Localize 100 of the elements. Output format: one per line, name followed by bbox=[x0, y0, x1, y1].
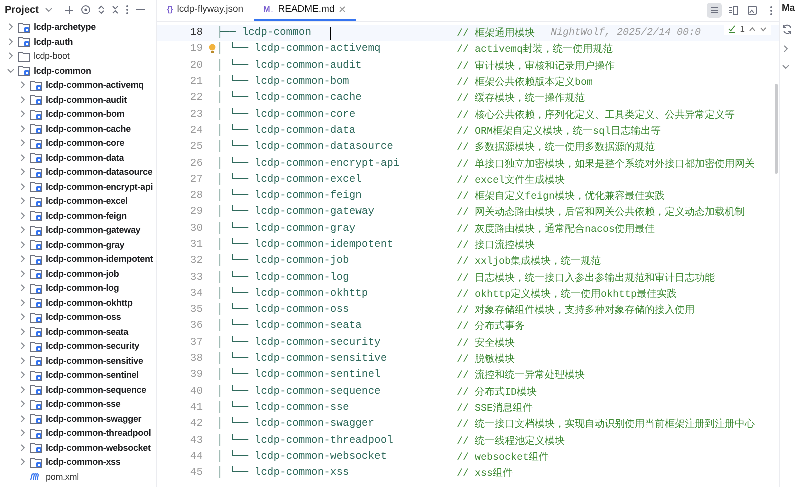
chevron-down-icon[interactable] bbox=[782, 63, 790, 71]
tree-item[interactable]: lcdp-common-idempotent bbox=[46, 254, 154, 264]
chevron-down-icon[interactable] bbox=[7, 66, 15, 75]
chevron-right-icon[interactable] bbox=[19, 110, 27, 118]
minimize-icon[interactable] bbox=[136, 9, 145, 11]
code-text: │ └── lcdp-common-excel bbox=[217, 174, 362, 186]
chevron-right-icon[interactable] bbox=[19, 96, 27, 104]
chevron-right-icon[interactable] bbox=[19, 168, 27, 176]
target-icon[interactable] bbox=[80, 5, 91, 15]
tree-item[interactable]: pom.xml bbox=[46, 472, 79, 482]
chevron-right-icon[interactable] bbox=[19, 226, 27, 234]
chevron-right-icon[interactable] bbox=[19, 298, 27, 307]
chevron-right-icon[interactable] bbox=[19, 182, 27, 191]
preview-view-button[interactable] bbox=[745, 3, 760, 18]
line-number: 24 bbox=[189, 124, 204, 137]
line-number: 28 bbox=[189, 190, 204, 202]
scrollbar-thumb[interactable] bbox=[775, 84, 778, 174]
panel-title[interactable]: Ma bbox=[782, 3, 796, 14]
tree-item[interactable]: lcdp-common-sequence bbox=[46, 384, 147, 395]
chevron-down-icon[interactable] bbox=[44, 6, 53, 14]
tree-item[interactable]: lcdp-common-websocket bbox=[46, 442, 151, 453]
tree-item[interactable]: lcdp-common-okhttp bbox=[46, 298, 133, 308]
chevron-right-icon[interactable] bbox=[19, 458, 27, 466]
tree-item[interactable]: lcdp-common-activemq bbox=[46, 80, 144, 90]
tree-item[interactable]: lcdp-common-oss bbox=[46, 312, 122, 322]
split-view-button[interactable] bbox=[726, 3, 741, 18]
tree-item[interactable]: lcdp-common-gray bbox=[46, 240, 125, 250]
more-icon[interactable] bbox=[770, 6, 773, 16]
chevron-right-icon[interactable] bbox=[19, 212, 27, 220]
tree-item[interactable]: lcdp-common-sentinel bbox=[46, 370, 140, 380]
line-number: 31 bbox=[189, 239, 204, 251]
chevron-right-icon[interactable] bbox=[782, 45, 790, 53]
tree-item[interactable]: lcdp-common-bom bbox=[46, 109, 125, 120]
chevron-down-icon[interactable] bbox=[760, 26, 767, 32]
inspection-widget[interactable]: 1 bbox=[724, 23, 771, 35]
chevron-right-icon[interactable] bbox=[19, 414, 27, 423]
chevron-up-icon[interactable] bbox=[749, 26, 756, 32]
file-type-icon: {} bbox=[167, 5, 174, 14]
tree-item[interactable]: lcdp-auth bbox=[34, 36, 74, 47]
chevron-right-icon[interactable] bbox=[19, 400, 27, 408]
module-folder-icon bbox=[30, 428, 43, 439]
lines-icon bbox=[709, 5, 720, 16]
tree-item[interactable]: lcdp-archetype bbox=[34, 22, 96, 32]
chevron-right-icon[interactable] bbox=[19, 284, 27, 292]
chevron-right-icon[interactable] bbox=[7, 23, 15, 32]
chevron-right-icon[interactable] bbox=[19, 313, 27, 322]
chevron-right-icon[interactable] bbox=[19, 356, 27, 365]
chevron-right-icon[interactable] bbox=[19, 154, 27, 162]
close-icon[interactable] bbox=[338, 6, 346, 13]
split-view-icon bbox=[728, 5, 739, 16]
chevron-right-icon[interactable] bbox=[19, 429, 27, 438]
module-folder-icon bbox=[30, 152, 43, 164]
chevron-right-icon[interactable] bbox=[19, 371, 27, 380]
refresh-icon[interactable] bbox=[782, 24, 793, 35]
tree-item[interactable]: lcdp-common-sensitive bbox=[46, 356, 144, 366]
tree-item[interactable]: lcdp-common-audit bbox=[46, 94, 127, 105]
tree-item[interactable]: lcdp-common-swagger bbox=[46, 414, 142, 424]
more-icon[interactable] bbox=[126, 5, 129, 15]
chevron-right-icon[interactable] bbox=[7, 38, 15, 46]
tree-item[interactable]: lcdp-common-threadpool bbox=[46, 428, 152, 438]
chevron-right-icon[interactable] bbox=[7, 52, 15, 60]
chevron-right-icon[interactable] bbox=[19, 240, 27, 249]
line-number: 43 bbox=[189, 434, 204, 447]
tree-item[interactable]: lcdp-common-data bbox=[46, 152, 124, 163]
tree-item[interactable]: lcdp-common bbox=[34, 66, 92, 76]
chevron-right-icon[interactable] bbox=[19, 81, 27, 90]
tree-item[interactable]: lcdp-common-encrypt-api bbox=[46, 182, 154, 192]
tree-item[interactable]: lcdp-common-excel bbox=[46, 196, 128, 206]
editor-view-button[interactable] bbox=[707, 3, 722, 18]
chevron-right-icon[interactable] bbox=[19, 124, 27, 133]
chevron-right-icon[interactable] bbox=[19, 386, 27, 394]
expand-icon[interactable] bbox=[98, 5, 105, 15]
chevron-right-icon[interactable] bbox=[19, 270, 27, 278]
tree-item[interactable]: lcdp-common-log bbox=[46, 283, 120, 294]
tree-item[interactable]: lcdp-common-cache bbox=[46, 124, 131, 134]
tree-item[interactable]: lcdp-common-xss bbox=[46, 457, 121, 468]
editor-tab[interactable]: M↓ README.md bbox=[254, 0, 356, 21]
tree-item[interactable]: lcdp-common-sse bbox=[46, 399, 121, 410]
tree-item[interactable]: lcdp-common-feign bbox=[46, 210, 127, 221]
tree-item[interactable]: lcdp-common-job bbox=[46, 268, 120, 279]
module-folder-icon bbox=[30, 326, 43, 338]
lightbulb-icon[interactable] bbox=[209, 44, 216, 54]
tree-item[interactable]: lcdp-common-core bbox=[46, 138, 125, 148]
line-number: 21 bbox=[189, 76, 204, 88]
code-text: │ └── lcdp-common-sensitive bbox=[217, 353, 388, 366]
tree-item[interactable]: lcdp-common-seata bbox=[46, 326, 128, 337]
tree-item[interactable]: lcdp-boot bbox=[34, 51, 70, 62]
panel-title[interactable]: Project bbox=[5, 4, 39, 16]
chevron-right-icon[interactable] bbox=[19, 342, 27, 350]
tree-item[interactable]: lcdp-common-datasource bbox=[46, 167, 153, 178]
chevron-right-icon[interactable] bbox=[19, 197, 27, 206]
chevron-right-icon[interactable] bbox=[19, 255, 27, 264]
chevron-right-icon[interactable] bbox=[19, 139, 27, 148]
add-icon[interactable] bbox=[64, 6, 74, 14]
editor-tab[interactable]: {} lcdp-flyway.json bbox=[157, 0, 254, 21]
collapse-icon[interactable] bbox=[112, 5, 119, 15]
chevron-right-icon[interactable] bbox=[19, 444, 27, 452]
chevron-right-icon[interactable] bbox=[19, 328, 27, 336]
tree-item[interactable]: lcdp-common-gateway bbox=[46, 225, 141, 236]
tree-item[interactable]: lcdp-common-security bbox=[46, 341, 140, 352]
